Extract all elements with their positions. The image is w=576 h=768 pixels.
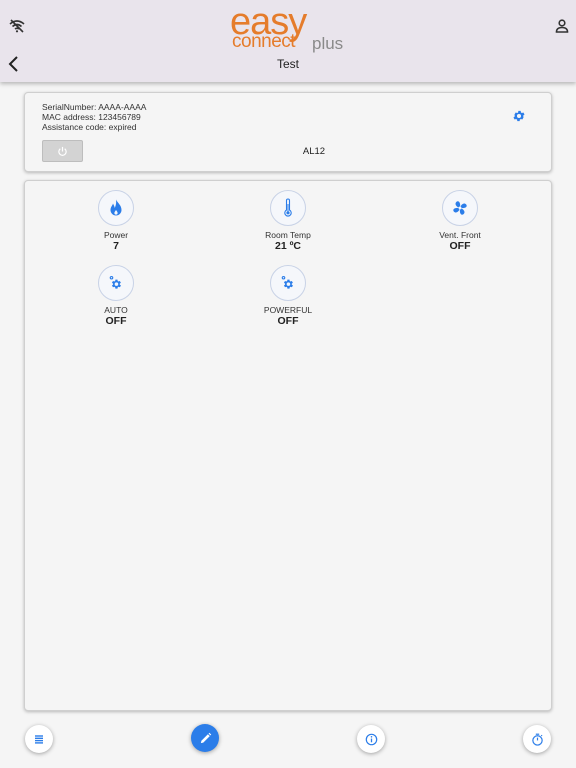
info-button[interactable] — [357, 725, 385, 753]
tile-powerful-value: OFF — [277, 315, 299, 327]
info-icon — [365, 733, 377, 745]
gears-icon — [109, 275, 121, 289]
page-title: Test — [276, 57, 299, 71]
tile-auto-value: OFF — [105, 315, 127, 327]
tile-auto-label: AUTO — [104, 305, 128, 315]
tile-vent-front[interactable]: Vent. Front OFF — [410, 190, 510, 252]
timer-icon — [531, 733, 543, 746]
tile-powerful-button[interactable] — [270, 265, 306, 301]
tile-power-label: Power — [103, 230, 129, 240]
fan-icon — [453, 201, 467, 215]
device-info-card: SerialNumber: AAAA-AAAA MAC address: 123… — [24, 92, 552, 172]
thermometer-icon — [284, 198, 292, 217]
app-logo: easy connect plus — [230, 3, 350, 53]
list-button[interactable] — [25, 725, 53, 753]
tile-powerful[interactable]: POWERFUL OFF — [238, 265, 338, 327]
device-model: AL12 — [302, 146, 326, 157]
list-icon — [35, 735, 43, 744]
app-header: easy connect plus Test — [0, 0, 576, 82]
tile-auto[interactable]: AUTO OFF — [66, 265, 166, 327]
tile-vent-front-value: OFF — [449, 240, 471, 252]
tile-auto-button[interactable] — [98, 265, 134, 301]
timer-button[interactable] — [523, 725, 551, 753]
tile-room-temp-button[interactable] — [270, 190, 306, 226]
tile-vent-front-label: Vent. Front — [439, 230, 481, 240]
flame-icon — [110, 199, 122, 216]
controls-card: Power 7 Room Temp 21 ºC Vent. Front OFF … — [24, 180, 552, 711]
gears-icon — [281, 275, 293, 289]
tile-vent-front-button[interactable] — [442, 190, 478, 226]
logo-connect-text: connect — [232, 31, 296, 52]
tile-room-temp-label: Room Temp — [265, 230, 311, 240]
tile-power-button[interactable] — [98, 190, 134, 226]
serial-number: SerialNumber: AAAA-AAAA — [42, 102, 147, 112]
assistance-code: Assistance code: expired — [42, 122, 137, 132]
logo-plus-text: plus — [312, 34, 344, 53]
tile-power-value: 7 — [113, 240, 119, 252]
tile-room-temp[interactable]: Room Temp 21 ºC — [238, 190, 338, 252]
person-icon[interactable] — [554, 18, 570, 34]
pencil-icon — [200, 732, 211, 743]
tile-powerful-label: POWERFUL — [263, 305, 313, 315]
gear-icon[interactable] — [512, 109, 526, 123]
tile-room-temp-value: 21 ºC — [274, 240, 301, 252]
wifi-off-icon[interactable] — [9, 19, 25, 33]
edit-button[interactable] — [191, 724, 219, 752]
mac-address: MAC address: 123456789 — [42, 112, 141, 122]
tile-power[interactable]: Power 7 — [66, 190, 166, 252]
